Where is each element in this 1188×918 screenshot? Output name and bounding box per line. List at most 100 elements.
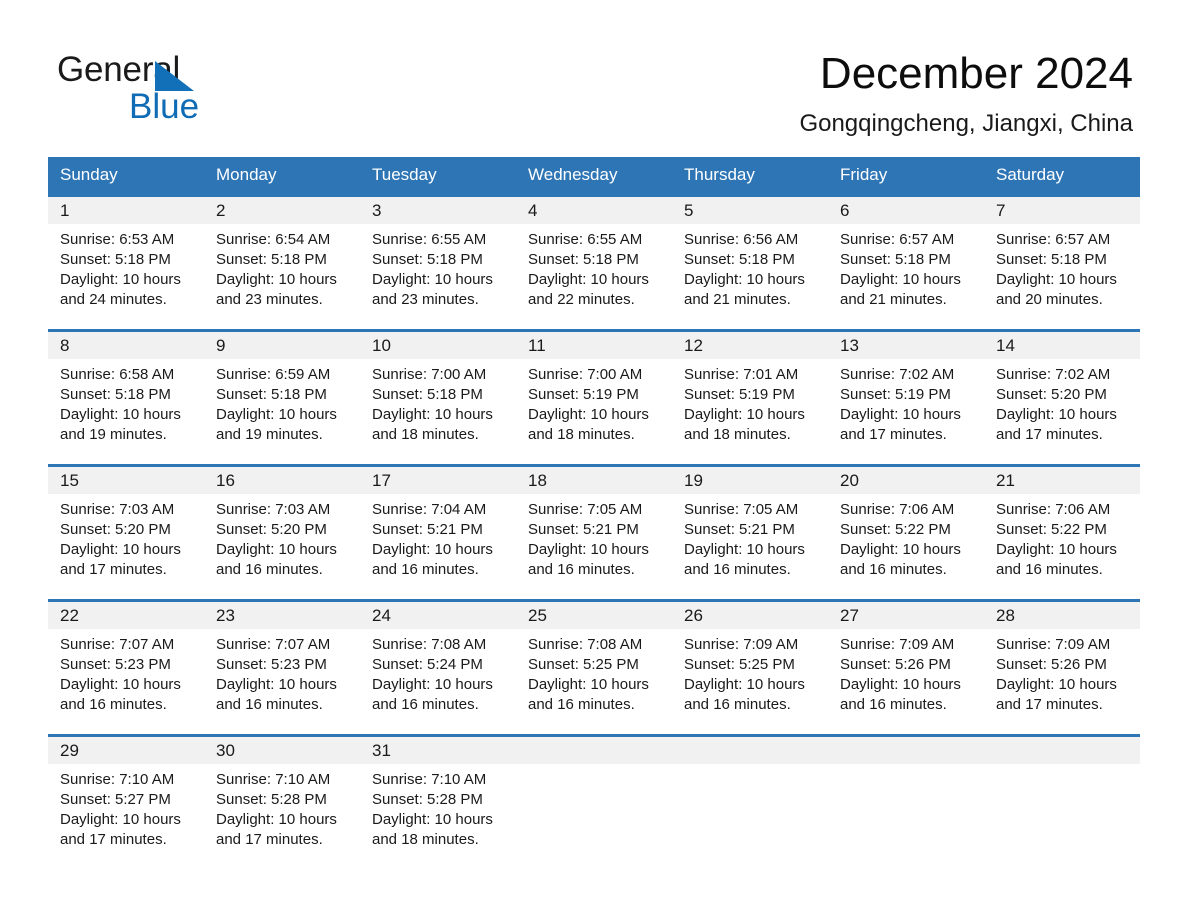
day-number: 8	[60, 336, 70, 355]
calendar-day-cell[interactable]: 3 Sunrise: 6:55 AM Sunset: 5:18 PM Daylight…	[360, 194, 516, 331]
sunset-text: Sunset: 5:24 PM	[372, 656, 483, 673]
sunrise-text: Sunrise: 7:10 AM	[216, 771, 331, 788]
sunrise-text: Sunrise: 6:59 AM	[216, 366, 331, 383]
calendar-day-cell[interactable]: 14 Sunrise: 7:02 AM Sunset: 5:20 PM Dayligh…	[984, 329, 1140, 466]
calendar-day-cell[interactable]: 11 Sunrise: 7:00 AM Sunset: 5:19 PM Dayligh…	[516, 329, 672, 466]
day-details: Sunrise: 7:06 AM Sunset: 5:22 PM Daylight:…	[828, 494, 984, 580]
calendar-day-cell[interactable]: 13 Sunrise: 7:02 AM Sunset: 5:19 PM Dayligh…	[828, 329, 984, 466]
day-details: Sunrise: 7:02 AM Sunset: 5:19 PM Daylight:…	[828, 359, 984, 445]
calendar-day-cell[interactable]: 8 Sunrise: 6:58 AM Sunset: 5:18 PM Daylight…	[48, 329, 204, 466]
sunset-text: Sunset: 5:26 PM	[996, 656, 1107, 673]
day-number-band: 21	[984, 467, 1140, 494]
day-number-band	[828, 737, 984, 764]
calendar-day-cell[interactable]: 6 Sunrise: 6:57 AM Sunset: 5:18 PM Daylight…	[828, 194, 984, 331]
day-number: 7	[996, 201, 1006, 220]
day-details: Sunrise: 6:53 AM Sunset: 5:18 PM Daylight:…	[48, 224, 204, 310]
calendar-day-cell[interactable]: 22 Sunrise: 7:07 AM Sunset: 5:23 PM Dayligh…	[48, 599, 204, 736]
calendar-day-cell[interactable]: 7 Sunrise: 6:57 AM Sunset: 5:18 PM Daylight…	[984, 194, 1140, 331]
sunset-text: Sunset: 5:25 PM	[684, 656, 795, 673]
calendar-week-row: 29 Sunrise: 7:10 AM Sunset: 5:27 PM Dayligh…	[48, 734, 1140, 871]
sunset-text: Sunset: 5:21 PM	[528, 521, 639, 538]
calendar-day-cell[interactable]: 30 Sunrise: 7:10 AM Sunset: 5:28 PM Dayligh…	[204, 734, 360, 871]
calendar-day-cell[interactable]: 20 Sunrise: 7:06 AM Sunset: 5:22 PM Dayligh…	[828, 464, 984, 601]
calendar-page: General Blue December 2024 Gongqingcheng…	[0, 0, 1188, 918]
day-number: 3	[372, 201, 382, 220]
calendar-day-cell[interactable]: 27 Sunrise: 7:09 AM Sunset: 5:26 PM Dayligh…	[828, 599, 984, 736]
calendar-day-cell[interactable]: 31 Sunrise: 7:10 AM Sunset: 5:28 PM Dayligh…	[360, 734, 516, 871]
sunset-text: Sunset: 5:18 PM	[372, 386, 483, 403]
calendar-day-cell[interactable]: 17 Sunrise: 7:04 AM Sunset: 5:21 PM Dayligh…	[360, 464, 516, 601]
general-blue-logo[interactable]: General Blue	[57, 50, 317, 130]
daylight-text: Daylight: 10 hours and 16 minutes.	[216, 541, 337, 578]
day-details: Sunrise: 7:10 AM Sunset: 5:28 PM Daylight:…	[360, 764, 516, 850]
day-number-band: 16	[204, 467, 360, 494]
daylight-text: Daylight: 10 hours and 23 minutes.	[372, 271, 493, 308]
calendar-day-cell[interactable]: 21 Sunrise: 7:06 AM Sunset: 5:22 PM Dayligh…	[984, 464, 1140, 601]
calendar-day-cell[interactable]: 15 Sunrise: 7:03 AM Sunset: 5:20 PM Dayligh…	[48, 464, 204, 601]
calendar-day-cell[interactable]: 1 Sunrise: 6:53 AM Sunset: 5:18 PM Daylight…	[48, 194, 204, 331]
sunrise-text: Sunrise: 6:55 AM	[372, 231, 487, 248]
day-number-band: 10	[360, 332, 516, 359]
daylight-text: Daylight: 10 hours and 21 minutes.	[684, 271, 805, 308]
calendar-day-cell[interactable]: 19 Sunrise: 7:05 AM Sunset: 5:21 PM Dayligh…	[672, 464, 828, 601]
calendar-day-cell[interactable]: 12 Sunrise: 7:01 AM Sunset: 5:19 PM Dayligh…	[672, 329, 828, 466]
sunset-text: Sunset: 5:21 PM	[372, 521, 483, 538]
day-details: Sunrise: 7:06 AM Sunset: 5:22 PM Daylight:…	[984, 494, 1140, 580]
sunrise-text: Sunrise: 7:06 AM	[996, 501, 1111, 518]
calendar-day-cell[interactable]: 16 Sunrise: 7:03 AM Sunset: 5:20 PM Dayligh…	[204, 464, 360, 601]
day-details: Sunrise: 7:00 AM Sunset: 5:19 PM Daylight:…	[516, 359, 672, 445]
sunset-text: Sunset: 5:18 PM	[216, 251, 327, 268]
day-number-band: 30	[204, 737, 360, 764]
sunrise-text: Sunrise: 7:02 AM	[840, 366, 955, 383]
day-number-band: 22	[48, 602, 204, 629]
sunrise-text: Sunrise: 7:06 AM	[840, 501, 955, 518]
sunset-text: Sunset: 5:18 PM	[996, 251, 1107, 268]
calendar-day-cell[interactable]: 28 Sunrise: 7:09 AM Sunset: 5:26 PM Dayligh…	[984, 599, 1140, 736]
calendar-day-cell[interactable]: 23 Sunrise: 7:07 AM Sunset: 5:23 PM Dayligh…	[204, 599, 360, 736]
calendar-day-cell[interactable]: 4 Sunrise: 6:55 AM Sunset: 5:18 PM Daylight…	[516, 194, 672, 331]
calendar-day-cell[interactable]: 9 Sunrise: 6:59 AM Sunset: 5:18 PM Daylight…	[204, 329, 360, 466]
sunrise-text: Sunrise: 7:01 AM	[684, 366, 799, 383]
calendar-day-cell[interactable]: 26 Sunrise: 7:09 AM Sunset: 5:25 PM Dayligh…	[672, 599, 828, 736]
calendar-day-cell[interactable]: 10 Sunrise: 7:00 AM Sunset: 5:18 PM Dayligh…	[360, 329, 516, 466]
day-number-band: 24	[360, 602, 516, 629]
day-number: 22	[60, 606, 79, 625]
day-number: 2	[216, 201, 226, 220]
sunrise-text: Sunrise: 7:05 AM	[684, 501, 799, 518]
daylight-text: Daylight: 10 hours and 19 minutes.	[216, 406, 337, 443]
calendar-day-cell[interactable]: 25 Sunrise: 7:08 AM Sunset: 5:25 PM Dayligh…	[516, 599, 672, 736]
day-number-band: 25	[516, 602, 672, 629]
calendar-day-cell[interactable]: 24 Sunrise: 7:08 AM Sunset: 5:24 PM Dayligh…	[360, 599, 516, 736]
daylight-text: Daylight: 10 hours and 18 minutes.	[372, 406, 493, 443]
daylight-text: Daylight: 10 hours and 24 minutes.	[60, 271, 181, 308]
sunrise-text: Sunrise: 6:57 AM	[996, 231, 1111, 248]
day-number-band: 5	[672, 197, 828, 224]
day-details: Sunrise: 7:09 AM Sunset: 5:26 PM Daylight:…	[828, 629, 984, 715]
weekday-header-tuesday: Tuesday	[360, 157, 516, 196]
calendar-day-cell[interactable]: 2 Sunrise: 6:54 AM Sunset: 5:18 PM Daylight…	[204, 194, 360, 331]
day-details: Sunrise: 7:02 AM Sunset: 5:20 PM Daylight:…	[984, 359, 1140, 445]
calendar-day-cell[interactable]: 5 Sunrise: 6:56 AM Sunset: 5:18 PM Daylight…	[672, 194, 828, 331]
day-details: Sunrise: 7:10 AM Sunset: 5:28 PM Daylight:…	[204, 764, 360, 850]
day-details: Sunrise: 6:55 AM Sunset: 5:18 PM Daylight:…	[516, 224, 672, 310]
day-details: Sunrise: 6:56 AM Sunset: 5:18 PM Daylight:…	[672, 224, 828, 310]
day-number: 25	[528, 606, 547, 625]
sunset-text: Sunset: 5:20 PM	[996, 386, 1107, 403]
day-number-band: 12	[672, 332, 828, 359]
sunset-text: Sunset: 5:18 PM	[528, 251, 639, 268]
day-number-band: 23	[204, 602, 360, 629]
day-number-band: 15	[48, 467, 204, 494]
daylight-text: Daylight: 10 hours and 16 minutes.	[528, 676, 649, 713]
day-details: Sunrise: 6:55 AM Sunset: 5:18 PM Daylight:…	[360, 224, 516, 310]
daylight-text: Daylight: 10 hours and 18 minutes.	[684, 406, 805, 443]
day-number: 1	[60, 201, 70, 220]
day-details: Sunrise: 7:08 AM Sunset: 5:25 PM Daylight:…	[516, 629, 672, 715]
location-subtitle: Gongqingcheng, Jiangxi, China	[799, 110, 1133, 137]
day-number: 19	[684, 471, 703, 490]
calendar-day-cell[interactable]: 18 Sunrise: 7:05 AM Sunset: 5:21 PM Dayligh…	[516, 464, 672, 601]
calendar-table: Sunday Monday Tuesday Wednesday Thursday Frid…	[48, 157, 1140, 871]
day-details: Sunrise: 6:54 AM Sunset: 5:18 PM Daylight:…	[204, 224, 360, 310]
day-number: 15	[60, 471, 79, 490]
calendar-day-cell[interactable]: 29 Sunrise: 7:10 AM Sunset: 5:27 PM Dayligh…	[48, 734, 204, 871]
day-details: Sunrise: 7:07 AM Sunset: 5:23 PM Daylight:…	[48, 629, 204, 715]
